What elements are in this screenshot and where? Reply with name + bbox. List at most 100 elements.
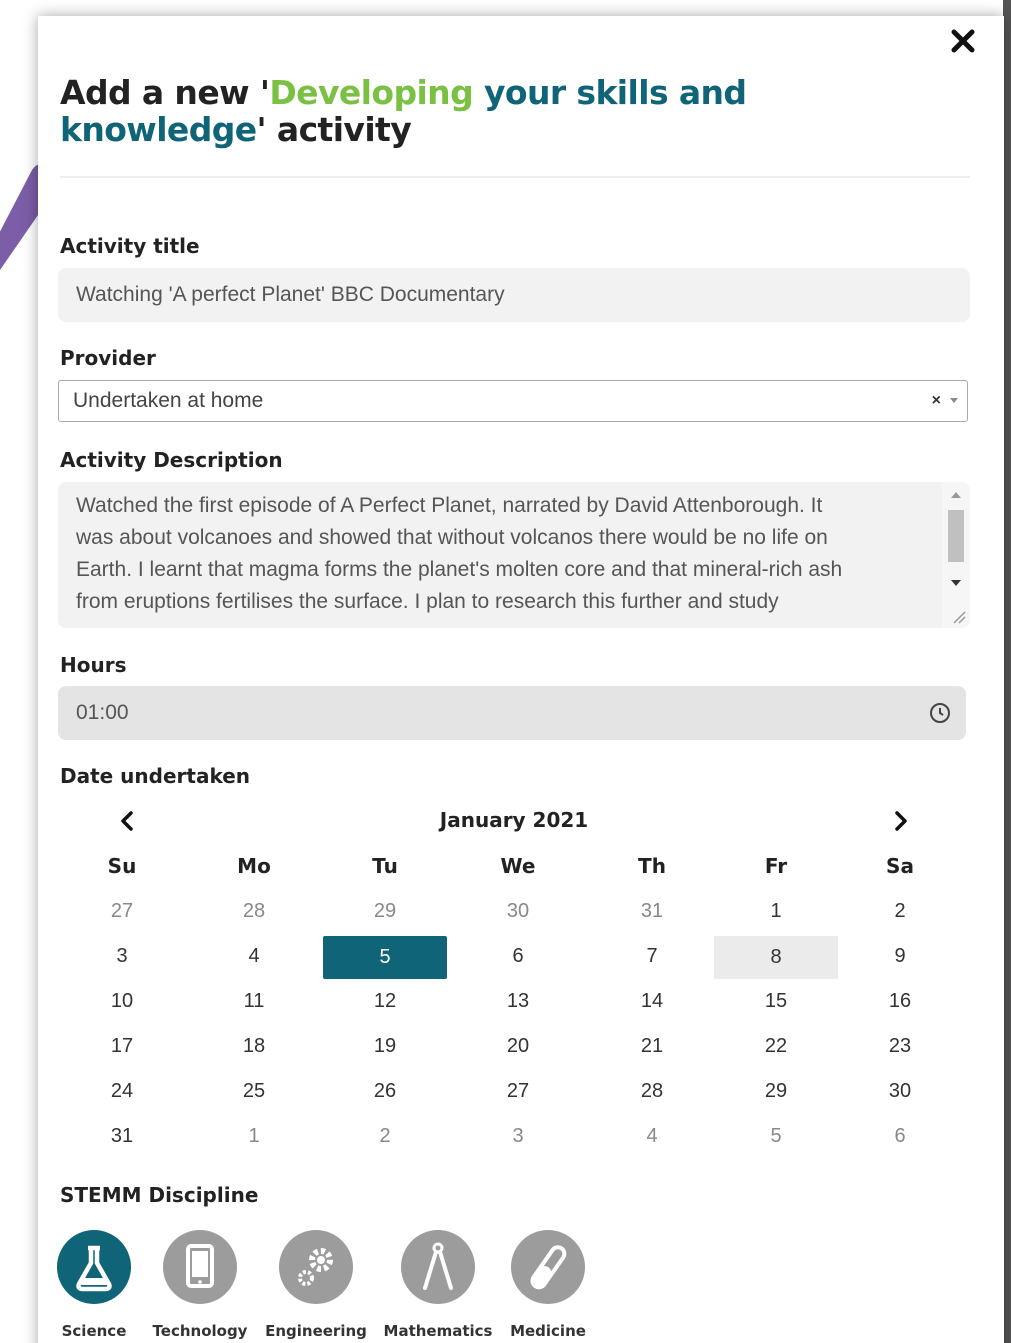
- calendar-day[interactable]: 15: [714, 979, 838, 1024]
- title-divider: [60, 176, 970, 178]
- calendar-day[interactable]: 25: [192, 1069, 316, 1114]
- calendar-day[interactable]: 14: [590, 979, 714, 1024]
- stemm-icon-circle[interactable]: [57, 1230, 131, 1304]
- calendar-day[interactable]: 19: [323, 1024, 447, 1069]
- calendar-day[interactable]: 8: [714, 936, 838, 979]
- stemm-option-mathematics[interactable]: Mathematics: [374, 1230, 502, 1340]
- modal-title: Add a new 'Developing your skills and kn…: [60, 73, 747, 149]
- provider-label: Provider: [60, 346, 156, 370]
- weekday-header: Th: [638, 854, 666, 878]
- weekday-header: Su: [107, 854, 137, 878]
- add-activity-modal: Add a new 'Developing your skills and kn…: [38, 16, 1004, 1343]
- activity-description-label: Activity Description: [60, 448, 283, 472]
- calendar-day[interactable]: 2: [323, 1114, 447, 1159]
- calendar-week-row: 10 11 12 13 14 15 16: [60, 979, 968, 1024]
- activity-description-textarea[interactable]: Watched the first episode of A Perfect P…: [58, 482, 970, 628]
- clear-selection-icon[interactable]: ×: [932, 381, 941, 421]
- calendar-day[interactable]: 11: [192, 979, 316, 1024]
- scroll-down-arrow-icon[interactable]: [951, 580, 961, 586]
- calendar-day[interactable]: 29: [323, 889, 447, 934]
- calendar-day[interactable]: 22: [714, 1024, 838, 1069]
- calendar-day[interactable]: 27: [456, 1069, 580, 1114]
- scroll-up-arrow-icon[interactable]: [951, 492, 961, 498]
- calendar-day[interactable]: 4: [590, 1114, 714, 1159]
- compass-icon: [423, 1242, 453, 1290]
- flask-icon: [76, 1245, 112, 1292]
- weekday-header: Mo: [237, 854, 271, 878]
- calendar-day[interactable]: 9: [838, 934, 962, 979]
- calendar-day[interactable]: 21: [590, 1024, 714, 1069]
- hours-label: Hours: [60, 653, 127, 677]
- stemm-icon-circle[interactable]: [401, 1230, 475, 1304]
- calendar-day[interactable]: 6: [838, 1114, 962, 1159]
- stemm-option-label: Science: [61, 1322, 127, 1340]
- stemm-option-medicine[interactable]: Medicine: [500, 1230, 596, 1340]
- stemm-option-technology[interactable]: Technology: [145, 1230, 255, 1340]
- calendar-week-row: 31 1 2 3 4 5 6: [60, 1114, 968, 1159]
- close-icon[interactable]: [948, 26, 978, 56]
- calendar-day[interactable]: 5: [714, 1114, 838, 1159]
- calendar-day[interactable]: 1: [714, 889, 838, 934]
- clock-icon[interactable]: [928, 701, 952, 725]
- resize-handle-icon[interactable]: [950, 608, 966, 624]
- chevron-down-icon[interactable]: [950, 398, 958, 403]
- stemm-icon-circle[interactable]: [279, 1230, 353, 1304]
- calendar-day[interactable]: 24: [60, 1069, 184, 1114]
- provider-select[interactable]: Undertaken at home ×: [58, 380, 968, 422]
- calendar-day[interactable]: 13: [456, 979, 580, 1024]
- weekday-header: Sa: [886, 854, 914, 878]
- calendar-day[interactable]: 31: [60, 1114, 184, 1159]
- calendar-day[interactable]: 12: [323, 979, 447, 1024]
- calendar-week-row: 3456789: [60, 934, 968, 979]
- calendar-day[interactable]: 7: [590, 934, 714, 979]
- scroll-thumb[interactable]: [948, 510, 964, 562]
- calendar-day[interactable]: 31: [590, 889, 714, 934]
- calendar-day[interactable]: 4: [192, 934, 316, 979]
- hours-input[interactable]: 01:00: [58, 686, 966, 740]
- calendar-day[interactable]: 28: [590, 1069, 714, 1114]
- stemm-option-label: Mathematics: [383, 1322, 493, 1340]
- calendar-day[interactable]: 27: [60, 889, 184, 934]
- calendar-day[interactable]: 3: [60, 934, 184, 979]
- stemm-option-science[interactable]: Science: [46, 1230, 142, 1340]
- calendar-day[interactable]: 30: [838, 1069, 962, 1114]
- provider-selected-value: Undertaken at home: [73, 389, 264, 412]
- calendar-day[interactable]: 17: [60, 1024, 184, 1069]
- calendar-month-label: January 2021: [439, 808, 589, 832]
- weekday-header: Fr: [764, 854, 788, 878]
- stemm-option-label: Technology: [152, 1322, 248, 1340]
- activity-description-text: Watched the first episode of A Perfect P…: [76, 494, 843, 613]
- calendar-day[interactable]: 1: [192, 1114, 316, 1159]
- calendar-day[interactable]: 28: [192, 889, 316, 934]
- calendar-day[interactable]: 29: [714, 1069, 838, 1114]
- calendar-day[interactable]: 5: [323, 936, 447, 979]
- calendar-day[interactable]: 3: [456, 1114, 580, 1159]
- stemm-option-label: Engineering: [265, 1322, 367, 1340]
- calendar-day[interactable]: 6: [456, 934, 580, 979]
- calendar-day[interactable]: 20: [456, 1024, 580, 1069]
- calendar-day[interactable]: 18: [192, 1024, 316, 1069]
- calendar-day[interactable]: 26: [323, 1069, 447, 1114]
- stemm-option-label: Medicine: [510, 1322, 586, 1340]
- hours-value: 01:00: [76, 701, 129, 724]
- weekday-header: Tu: [372, 854, 398, 878]
- calendar-grid: Su Mo Tu We Th Fr Sa 27 28 29 30 31 1 2 3 4 5 6 7 8 9 10 11 12 1…: [60, 844, 968, 1159]
- gears-icon: [298, 1248, 333, 1286]
- calendar-day[interactable]: 10: [60, 979, 184, 1024]
- calendar-day[interactable]: 16: [838, 979, 962, 1024]
- pill-icon: [530, 1245, 567, 1290]
- calendar-day[interactable]: 30: [456, 889, 580, 934]
- stemm-icon-circle[interactable]: [511, 1230, 585, 1304]
- calendar-weekday-row: Su Mo Tu We Th Fr Sa: [60, 844, 968, 889]
- stemm-icon-circle[interactable]: [163, 1230, 237, 1304]
- description-scrollbar[interactable]: [942, 482, 970, 628]
- calendar-day[interactable]: 23: [838, 1024, 962, 1069]
- calendar-week-row: 24 25 26 27 28 29 30: [60, 1069, 968, 1114]
- activity-title-label: Activity title: [60, 234, 200, 258]
- stemm-option-engineering[interactable]: Engineering: [258, 1230, 374, 1340]
- stemm-discipline-label: STEMM Discipline: [60, 1183, 259, 1207]
- tablet-icon: [186, 1244, 214, 1288]
- calendar-day[interactable]: 2: [838, 889, 962, 934]
- chevron-right-icon[interactable]: [888, 806, 914, 836]
- activity-title-input[interactable]: Watching 'A perfect Planet' BBC Document…: [58, 268, 970, 322]
